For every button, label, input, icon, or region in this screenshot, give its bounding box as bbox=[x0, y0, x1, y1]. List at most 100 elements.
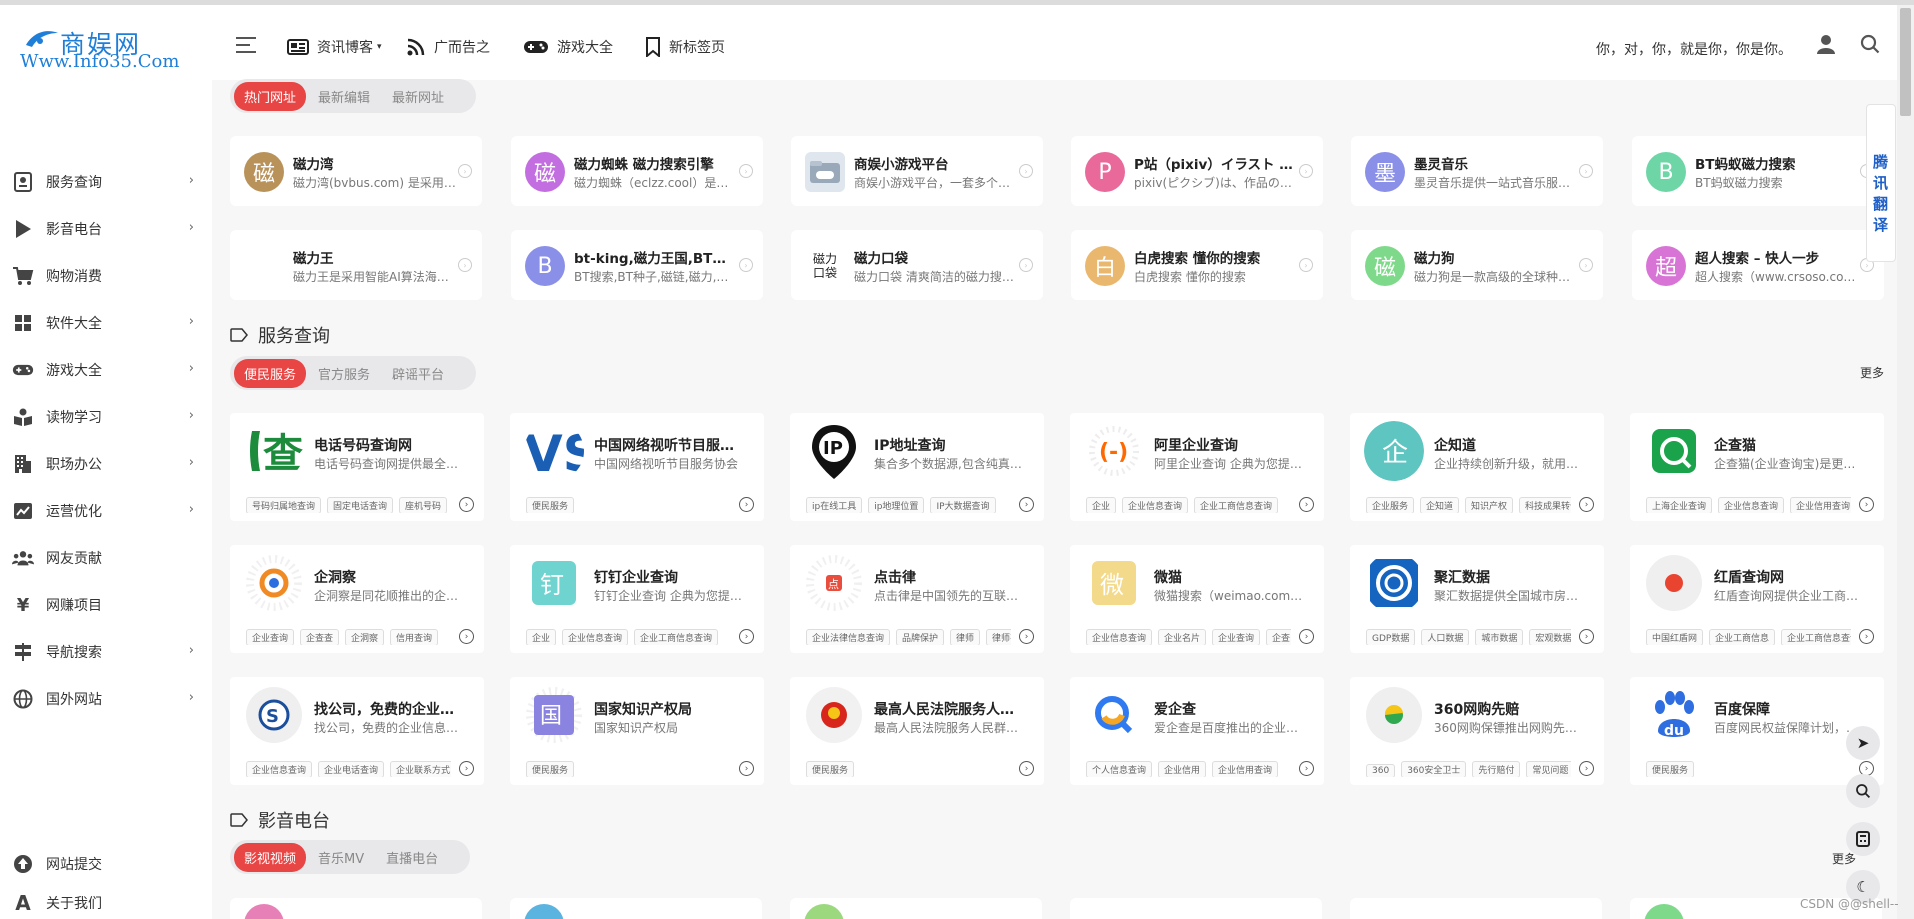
arrow-right-icon[interactable]: › bbox=[458, 258, 472, 272]
tag[interactable]: 科技成果转化 bbox=[1519, 497, 1571, 513]
tag[interactable]: 便民服务 bbox=[806, 761, 855, 777]
arrow-right-icon[interactable]: › bbox=[1299, 761, 1314, 776]
arrow-right-icon[interactable]: › bbox=[1299, 497, 1314, 512]
site-card[interactable]: 磁磁力蜘蛛 磁力搜索引擎磁力蜘蛛（eclzz.cool）是全网最大› bbox=[511, 136, 763, 206]
service-card[interactable]: 红盾查询网红盾查询网提供企业工商信息查询中国红盾网企业工商信息企业工商信息查询 › bbox=[1630, 545, 1884, 653]
logo-url[interactable]: Www.Info35.Com bbox=[20, 51, 179, 72]
tag[interactable]: 企业信用查询 bbox=[1212, 761, 1279, 777]
arrow-right-icon[interactable]: › bbox=[739, 497, 754, 512]
sidebar-item-games[interactable]: 游戏大全 › bbox=[12, 355, 202, 385]
tag[interactable]: 360安全卫士 bbox=[1401, 761, 1467, 777]
arrow-right-icon[interactable]: › bbox=[1579, 497, 1594, 512]
sidebar-item-media[interactable]: 影音电台 › bbox=[12, 214, 202, 244]
tag[interactable]: 企业信息查询 bbox=[1086, 629, 1153, 645]
nav-item-news[interactable]: 资讯博客 ▾ bbox=[287, 35, 382, 59]
arrow-right-icon[interactable]: › bbox=[1299, 629, 1314, 644]
tag[interactable]: 个人信息查询 bbox=[1086, 761, 1153, 777]
tab-video[interactable]: 影视视频 bbox=[234, 842, 307, 872]
arrow-right-icon[interactable]: › bbox=[1859, 629, 1874, 644]
nav-item-ads[interactable]: 广而告之 bbox=[406, 35, 490, 59]
tab-live[interactable]: 直播电台 bbox=[376, 843, 448, 872]
arrow-right-icon[interactable]: › bbox=[1579, 761, 1594, 776]
tag[interactable]: 人口数据 bbox=[1421, 629, 1470, 645]
tag[interactable]: 知识产权 bbox=[1465, 497, 1514, 513]
tag[interactable]: 企查 bbox=[1266, 629, 1291, 645]
media-card[interactable] bbox=[510, 898, 762, 919]
tag[interactable]: 企业服务 bbox=[1366, 497, 1415, 513]
search-icon[interactable] bbox=[1860, 34, 1880, 54]
site-card[interactable]: 白白虎搜索 懂你的搜索 白虎搜索 懂你的搜索 › bbox=[1071, 230, 1323, 300]
sidebar-item-service[interactable]: 服务查询 › bbox=[12, 167, 202, 197]
translate-widget[interactable]: 腾讯翻译 bbox=[1866, 104, 1896, 262]
tag[interactable]: 企业信息查询 bbox=[1122, 497, 1189, 513]
tag[interactable]: 固定电话查询 bbox=[327, 497, 394, 513]
site-card[interactable]: 磁磁力湾磁力湾(bvbus.com) 是采用智能AI算法› bbox=[230, 136, 482, 206]
arrow-right-icon[interactable]: › bbox=[458, 164, 472, 178]
service-card[interactable]: 聚汇数据聚汇数据提供全国城市房价数据 GDP数据人口数据城市数据宏观数据 › bbox=[1350, 545, 1604, 653]
service-card[interactable]: 企企知道企业持续创新升级，就用企知道企业服务企知道知识产权科技成果转化› bbox=[1350, 413, 1604, 521]
site-card[interactable]: Bbt-king,磁力王国,BT搜索引擎 BT搜索,BT种子,磁链,磁力,下载› bbox=[511, 230, 763, 300]
service-card[interactable]: 查电话号码查询网电话号码查询网提供最全面的号码查询号码归属地查询固定电话查询座机… bbox=[230, 413, 484, 521]
tag[interactable]: 企业信用 bbox=[1158, 761, 1207, 777]
arrow-right-icon[interactable]: › bbox=[1579, 164, 1593, 178]
sidebar-item-office[interactable]: 职场办公 › bbox=[12, 449, 202, 479]
arrow-right-icon[interactable]: › bbox=[739, 258, 753, 272]
tag[interactable]: IP大数据查询 bbox=[930, 497, 996, 513]
media-card[interactable] bbox=[1070, 898, 1322, 919]
arrow-right-icon[interactable]: › bbox=[1019, 761, 1034, 776]
tag[interactable]: 先行赔付 bbox=[1472, 761, 1521, 777]
arrow-right-icon[interactable]: › bbox=[1019, 497, 1034, 512]
arrow-right-icon[interactable]: › bbox=[1299, 164, 1313, 178]
tab-civil[interactable]: 便民服务 bbox=[234, 358, 307, 388]
arrow-right-icon[interactable]: › bbox=[1579, 258, 1593, 272]
tag[interactable]: 企业查询 bbox=[246, 629, 295, 645]
service-card[interactable]: 企洞察企洞察是同花顺推出的企业信息查询企业查询企查查企洞察信用查询› bbox=[230, 545, 484, 653]
arrow-right-icon[interactable]: › bbox=[739, 629, 754, 644]
tag[interactable]: 企知道 bbox=[1420, 497, 1460, 513]
service-card[interactable]: 点 点击律点击律是中国领先的互联网法律服务企业法律信息查询品牌保护律师律师事务所 › bbox=[790, 545, 1044, 653]
sidebar-item-earn[interactable]: ¥ 网赚项目 bbox=[12, 590, 202, 620]
tag[interactable]: 企洞察 bbox=[345, 629, 385, 645]
site-card[interactable]: 商娱小游戏平台商娱小游戏平台，一套多个在线小游戏› bbox=[791, 136, 1043, 206]
arrow-right-icon[interactable]: › bbox=[739, 164, 753, 178]
nav-item-newtab[interactable]: 新标签页 bbox=[645, 35, 725, 59]
tag[interactable]: 企业信息查询 bbox=[246, 761, 313, 777]
service-card[interactable]: 国国家知识产权局 国家知识产权局 便民服务 › bbox=[510, 677, 764, 785]
service-card[interactable]: 钉 钉钉企业查询钉钉企业查询 企典为您提供企业信息企业企业信息查询企业工商信息查询… bbox=[510, 545, 764, 653]
tab-music[interactable]: 音乐MV bbox=[308, 843, 374, 872]
tag[interactable]: 品牌保护 bbox=[896, 629, 945, 645]
service-card[interactable]: (-) 阿里企业查询阿里企业查询 企典为您提供企业信息企业企业信息查询企业工商信息… bbox=[1070, 413, 1324, 521]
scrollbar[interactable] bbox=[1897, 5, 1914, 919]
menu-toggle-icon[interactable] bbox=[236, 37, 258, 55]
sidebar-item-submit[interactable]: 网站提交 bbox=[12, 849, 202, 879]
back-to-top-icon[interactable]: ➤ bbox=[1846, 726, 1880, 760]
site-card[interactable]: 墨墨灵音乐 墨灵音乐提供一站式音乐服务平台 › bbox=[1351, 136, 1603, 206]
tab-hot[interactable]: 热门网址 bbox=[234, 81, 307, 111]
sidebar-item-reading[interactable]: 读物学习 › bbox=[12, 402, 202, 432]
tag[interactable]: 企业 bbox=[1086, 497, 1117, 513]
tag[interactable]: 信用查询 bbox=[390, 629, 439, 645]
arrow-right-icon[interactable]: › bbox=[459, 629, 474, 644]
service-card[interactable]: VS 中国网络视听节目服务协会中国网络视听节目服务协会便民服务 › bbox=[510, 413, 764, 521]
tag[interactable]: 便民服务 bbox=[526, 761, 575, 777]
arrow-right-icon[interactable]: › bbox=[1019, 629, 1034, 644]
tag[interactable]: GDP数据 bbox=[1366, 629, 1416, 645]
sidebar-item-navsearch[interactable]: 导航搜索 › bbox=[12, 637, 202, 667]
arrow-right-icon[interactable]: › bbox=[1299, 258, 1313, 272]
site-card[interactable]: 磁力 口袋磁力口袋磁力口袋 清爽简洁的磁力搜索引擎› bbox=[791, 230, 1043, 300]
site-card[interactable]: 磁力王磁力王是采用智能AI算法海量资源搜索› bbox=[230, 230, 482, 300]
search-icon[interactable] bbox=[1846, 774, 1880, 808]
tag[interactable]: 常见问题 bbox=[1526, 761, 1571, 777]
tab-latest-edit[interactable]: 最新编辑 bbox=[308, 82, 380, 111]
tag[interactable]: 企业工商信息 bbox=[1709, 629, 1776, 645]
tag[interactable]: 座机号码 bbox=[399, 497, 448, 513]
tag[interactable]: 律师事务所 bbox=[986, 629, 1011, 645]
calculator-icon[interactable] bbox=[1846, 822, 1880, 856]
tag[interactable]: 企业联系方式 bbox=[390, 761, 451, 777]
tag[interactable]: 便民服务 bbox=[1646, 761, 1695, 777]
service-card[interactable]: 最高人民法院服务人民群众系统最高人民法院服务人民群众系统便民服务 › bbox=[790, 677, 1044, 785]
tag[interactable]: 便民服务 bbox=[526, 497, 575, 513]
arrow-right-icon[interactable]: › bbox=[1579, 629, 1594, 644]
arrow-right-icon[interactable]: › bbox=[459, 497, 474, 512]
tag[interactable]: 企业法律信息查询 bbox=[806, 629, 891, 645]
